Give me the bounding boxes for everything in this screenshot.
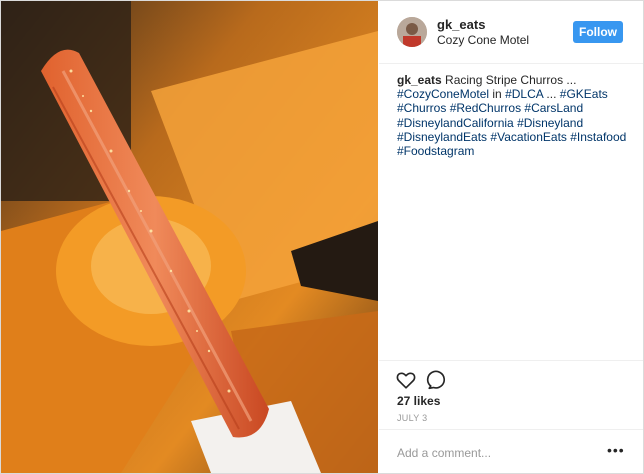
hashtag-link[interactable]: #CozyConeMotel [397, 87, 489, 101]
hashtag-link[interactable]: #DLCA [505, 87, 543, 101]
comment-icon[interactable] [426, 369, 448, 391]
hashtag-link[interactable]: #DisneylandEats [397, 130, 487, 144]
hashtag-link[interactable]: #Instafood [570, 130, 626, 144]
hashtag-link[interactable]: #DisneylandCalifornia [397, 116, 514, 130]
hashtag-link[interactable]: #RedChurros [450, 101, 521, 115]
churro-photo-image [1, 1, 378, 473]
post-caption: gk_eats Racing Stripe Churros ... #CozyC… [397, 73, 633, 158]
instagram-post: gk_eats Cozy Cone Motel Follow gk_eats R… [0, 0, 644, 474]
avatar-image [397, 17, 427, 47]
hashtag-link[interactable]: #VacationEats [490, 130, 567, 144]
follow-button[interactable]: Follow [573, 21, 623, 43]
post-details-panel: gk_eats Cozy Cone Motel Follow gk_eats R… [379, 1, 643, 473]
hashtag-link[interactable]: #Disneyland [517, 116, 583, 130]
caption-text: in [489, 87, 506, 102]
hashtag-link[interactable]: #CarsLand [524, 101, 583, 115]
post-header: gk_eats Cozy Cone Motel Follow [379, 1, 643, 64]
post-photo[interactable] [1, 1, 378, 473]
comment-box: Add a comment... ••• [379, 429, 643, 474]
avatar[interactable] [397, 17, 427, 47]
post-date: JULY 3 [397, 413, 428, 423]
post-location[interactable]: Cozy Cone Motel [437, 33, 529, 47]
caption-username[interactable]: gk_eats [397, 73, 442, 87]
hashtag-link[interactable]: #Foodstagram [397, 144, 474, 158]
comment-input[interactable]: Add a comment... [397, 446, 491, 460]
likes-count[interactable]: 27 likes [397, 394, 440, 408]
post-username[interactable]: gk_eats [437, 17, 485, 32]
caption-text: ... [543, 87, 560, 102]
hashtag-link[interactable]: #Churros [397, 101, 446, 115]
heart-icon[interactable] [395, 369, 417, 391]
caption-text: Racing Stripe Churros ... [445, 73, 577, 87]
more-options-icon[interactable]: ••• [607, 442, 625, 458]
hashtag-link[interactable]: #GKEats [560, 87, 608, 101]
